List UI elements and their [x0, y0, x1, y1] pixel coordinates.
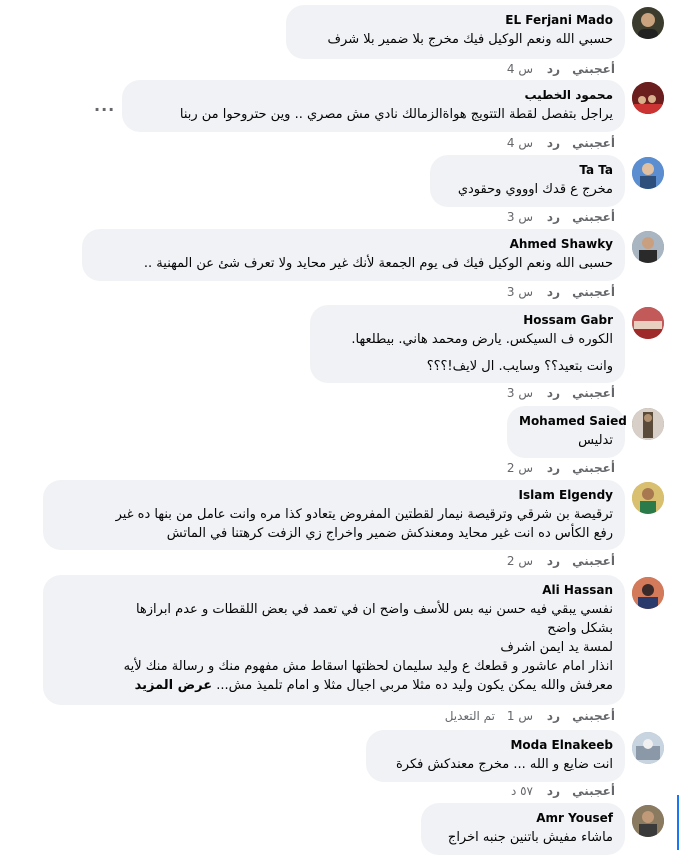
avatar-icon [632, 82, 664, 114]
comment-text: مخرج ع قدك اوووي وحقودي [457, 182, 613, 197]
avatar[interactable] [632, 157, 664, 189]
comment-author[interactable]: Ta Ta [442, 162, 613, 178]
comment-text: لمسة يد ايمن اشرف [500, 640, 613, 655]
comment-text: انذار امام عاشور و قطعك ع وليد سليمان لح… [123, 659, 613, 674]
comment-actions: أعجبني رد 1 س تم التعديل [420, 707, 625, 725]
comment-text: يراجل بتفصل لقطة التتويج هواةالزمالك ناد… [179, 107, 613, 122]
avatar[interactable] [632, 231, 664, 263]
see-more-link[interactable]: عرض المزيد [135, 678, 213, 693]
comment-text: انت ضايع و الله ... مخرج معندكش فكرة [395, 757, 613, 772]
reply-link[interactable]: رد [547, 707, 560, 725]
avatar-icon [632, 482, 664, 514]
like-link[interactable]: أعجبني [572, 208, 615, 226]
avatar[interactable] [632, 577, 664, 609]
comment-author[interactable]: Hossam Gabr [322, 312, 613, 328]
comment-text: الكوره ف السيكس. يارض ومحمد هاني. بيطلعه… [351, 332, 613, 347]
timestamp[interactable]: 2 س [507, 552, 533, 570]
comment-bubble: Amr Yousef ماشاء مفيش باتنين جنبه اخراج [421, 803, 625, 855]
comment-bubble: Ta Ta مخرج ع قدك اوووي وحقودي [430, 155, 625, 207]
comment-author[interactable]: محمود الخطيب [134, 87, 613, 103]
comment-actions: أعجبني رد 3 س [500, 283, 625, 301]
avatar-icon [632, 577, 664, 609]
comment-bubble: EL Ferjani Mado حسبي الله ونعم الوكيل في… [286, 5, 625, 59]
more-options-icon[interactable]: ... [94, 96, 115, 115]
comment-author[interactable]: Islam Elgendy [55, 487, 614, 503]
like-link[interactable]: أعجبني [572, 134, 615, 152]
avatar-icon [632, 732, 664, 764]
timestamp[interactable]: 1 س [507, 707, 533, 725]
like-link[interactable]: أعجبني [572, 707, 615, 725]
comment-actions: أعجبني رد 2 س [500, 552, 625, 570]
reply-link[interactable]: رد [547, 60, 560, 78]
comment-text: تدليس [578, 433, 613, 448]
avatar[interactable] [632, 7, 664, 39]
timestamp[interactable]: ٥٧ د [511, 782, 533, 800]
comment-bubble: Ali Hassan نفسي يبقي فيه حسن نيه بس للأس… [43, 575, 625, 705]
comment-text-last: معرفش والله يمكن يكون وليد ده مثلا مربي … [55, 676, 613, 695]
comment-author[interactable]: Ali Hassan [55, 582, 613, 598]
comment-text: ماشاء مفيش باتنين جنبه اخراج [447, 830, 613, 845]
reply-link[interactable]: رد [547, 384, 560, 402]
avatar[interactable] [632, 82, 664, 114]
timestamp[interactable]: 3 س [507, 208, 533, 226]
timestamp[interactable]: 2 س [507, 459, 533, 477]
timestamp[interactable]: 4 س [507, 134, 533, 152]
edited-label: تم التعديل [444, 709, 495, 723]
timestamp[interactable]: 3 س [507, 283, 533, 301]
comment-text: رفع الكأس ده انت غير محايد ومعندكش ضمير … [166, 526, 613, 541]
avatar[interactable] [632, 805, 664, 837]
comment-text: وانت بتعيد؟؟ وسايب. ال لايف!؟؟؟ [426, 359, 613, 374]
reply-link[interactable]: رد [547, 208, 560, 226]
reply-link[interactable]: رد [547, 782, 560, 800]
comment-bubble: Islam Elgendy ترقيصة بن شرقي وترقيصة نيم… [43, 480, 625, 550]
avatar-icon [632, 408, 664, 440]
like-link[interactable]: أعجبني [572, 782, 615, 800]
like-link[interactable]: أعجبني [572, 552, 615, 570]
comment-actions: أعجبني رد 3 س [500, 384, 625, 402]
comment-text: معرفش والله يمكن يكون وليد ده مثلا مربي … [216, 678, 613, 693]
comment-bubble: Ahmed Shawky حسبى الله ونعم الوكيل فيك ف… [82, 229, 625, 281]
avatar-icon [632, 157, 664, 189]
comment-actions: أعجبني رد 4 س [500, 134, 625, 152]
avatar-icon [632, 805, 664, 837]
comment-author[interactable]: EL Ferjani Mado [298, 12, 613, 28]
like-link[interactable]: أعجبني [572, 60, 615, 78]
avatar[interactable] [632, 307, 664, 339]
comment-author[interactable]: Ahmed Shawky [94, 236, 613, 252]
timestamp[interactable]: 4 س [507, 60, 533, 78]
reply-link[interactable]: رد [547, 459, 560, 477]
avatar[interactable] [632, 408, 664, 440]
comment-bubble: محمود الخطيب يراجل بتفصل لقطة التتويج هو… [122, 80, 625, 132]
avatar-icon [638, 13, 658, 39]
comment-bubble: Mohamed Saied تدليس [507, 406, 627, 458]
comment-actions: أعجبني رد 3 س [500, 208, 625, 226]
avatar[interactable] [632, 482, 664, 514]
comment-text: حسبي الله ونعم الوكيل فيك مخرج بلا ضمير … [327, 32, 613, 47]
scrollbar[interactable] [677, 795, 679, 850]
reply-link[interactable]: رد [547, 134, 560, 152]
comment-bubble: Moda Elnakeeb انت ضايع و الله ... مخرج م… [366, 730, 625, 782]
like-link[interactable]: أعجبني [572, 459, 615, 477]
comment-author[interactable]: Amr Yousef [433, 810, 613, 826]
reply-link[interactable]: رد [547, 283, 560, 301]
like-link[interactable]: أعجبني [572, 283, 615, 301]
comment-author[interactable]: Moda Elnakeeb [378, 737, 613, 753]
comment-actions: أعجبني رد 2 س [500, 459, 625, 477]
comment-bubble: Hossam Gabr الكوره ف السيكس. يارض ومحمد … [310, 305, 625, 383]
comment-text: حسبى الله ونعم الوكيل فيك فى يوم الجمعة … [143, 256, 613, 271]
comment-actions: أعجبني رد 4 س [500, 60, 625, 78]
comment-text: بشكل واضح [547, 621, 613, 636]
like-link[interactable]: أعجبني [572, 384, 615, 402]
avatar-icon [632, 307, 664, 339]
comment-text: ترقيصة بن شرقي وترقيصة نيمار لقطتين المف… [115, 507, 613, 522]
timestamp[interactable]: 3 س [507, 384, 533, 402]
avatar[interactable] [632, 732, 664, 764]
reply-link[interactable]: رد [547, 552, 560, 570]
comment-actions: أعجبني رد ٥٧ د [500, 782, 625, 800]
comment-author[interactable]: Mohamed Saied [519, 413, 627, 429]
avatar-icon [632, 231, 664, 263]
comment-text: نفسي يبقي فيه حسن نيه بس للأسف واضح ان ف… [135, 602, 613, 617]
